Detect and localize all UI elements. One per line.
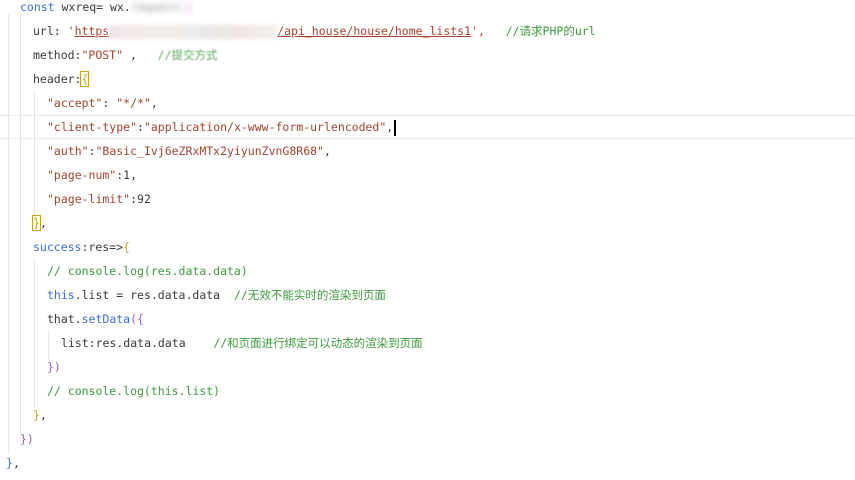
- text-cursor: [394, 119, 397, 136]
- arrow-function: :res=>: [81, 240, 124, 254]
- code-line-19[interactable]: }): [20, 427, 34, 451]
- code-line-20[interactable]: },: [6, 451, 20, 475]
- code-line-7[interactable]: "auth":"Basic_Ivj6eZRxMTx2yiyunZvnG8R68"…: [47, 139, 331, 163]
- setdata-function: setData: [81, 312, 131, 326]
- success-key: success: [33, 240, 82, 254]
- success-open-brace: {: [123, 240, 130, 254]
- client-type-key: "client-type": [47, 120, 138, 134]
- comment-invalid-render: //无效不能实时的渲染到页面: [233, 288, 386, 302]
- code-line-10[interactable]: },: [32, 211, 47, 235]
- code-line-16[interactable]: }): [47, 355, 61, 379]
- setdata-open-paren: ({: [130, 312, 144, 326]
- string-quote-end: ',: [471, 24, 485, 38]
- accept-value: "*/*": [116, 96, 151, 110]
- code-line-6[interactable]: "client-type":"application/x-www-form-ur…: [47, 115, 397, 139]
- page-num-key: "page-num": [47, 168, 117, 182]
- code-line-2[interactable]: url: 'https/api_house/house/home_lists1'…: [33, 19, 596, 43]
- page-limit-key: "page-limit": [47, 192, 131, 206]
- comma: ,: [150, 96, 158, 110]
- code-line-8[interactable]: "page-num":1,: [47, 163, 137, 187]
- page-limit-value: :92: [130, 192, 151, 206]
- string-quote: ': [67, 24, 75, 38]
- comma: ,: [39, 408, 47, 422]
- comma: ,: [39, 216, 47, 230]
- code-line-5[interactable]: "accept": "*/*",: [47, 91, 158, 115]
- comment-method: //提交方式: [157, 48, 218, 62]
- indent-guide: [8, 14, 9, 454]
- success-close-brace: }: [33, 408, 40, 422]
- code-line-13[interactable]: this.list = res.data.data //无效不能实时的渲染到页面: [47, 283, 386, 307]
- code-line-14[interactable]: that.setData({: [47, 307, 144, 331]
- indent-guide: [34, 258, 35, 408]
- colon: :: [137, 120, 144, 134]
- page-num-value: :1,: [116, 168, 138, 182]
- comma: ,: [323, 144, 331, 158]
- client-type-value: "application/x-www-form-urlencoded": [143, 120, 387, 134]
- variable-declaration: wxreq= wx.: [54, 0, 131, 14]
- comma: ,: [123, 48, 137, 62]
- open-paren: ({: [179, 0, 194, 14]
- code-editor[interactable]: const wxreq= wx.request({ url: 'https/ap…: [0, 0, 855, 480]
- indent-guide: [34, 90, 35, 220]
- list-binding: list:res.data.data: [61, 336, 186, 350]
- keyword-this: this: [47, 288, 75, 302]
- code-line-4[interactable]: header:{: [33, 67, 90, 91]
- header-close-brace: }: [32, 215, 41, 231]
- comma: ,: [386, 120, 394, 134]
- outer-close-brace: }: [6, 456, 13, 470]
- code-line-12[interactable]: // console.log(res.data.data): [47, 259, 248, 283]
- code-line-3[interactable]: method:"POST" , //提交方式: [33, 43, 218, 67]
- code-line-1[interactable]: const wxreq= wx.request({: [20, 0, 193, 19]
- header-open-brace: {: [80, 71, 90, 87]
- comment-console-log: // console.log(res.data.data): [47, 264, 248, 278]
- url-key: url:: [33, 24, 68, 38]
- that-object: that.: [47, 312, 82, 326]
- comment-console-log-list: // console.log(this.list): [47, 384, 221, 398]
- code-line-15[interactable]: list:res.data.data //和页面进行绑定可以动态的渲染到页面: [61, 331, 423, 355]
- comma: ,: [12, 456, 20, 470]
- redacted-text: request: [130, 0, 180, 14]
- code-line-9[interactable]: "page-limit":92: [47, 187, 151, 211]
- colon: :: [102, 96, 117, 110]
- code-line-18[interactable]: },: [33, 403, 47, 427]
- auth-key: "auth": [47, 144, 89, 158]
- indent-guide: [20, 14, 21, 434]
- method-value: "POST": [81, 48, 124, 62]
- accept-key: "accept": [47, 96, 103, 110]
- setdata-close-paren: }): [47, 360, 61, 374]
- url-link[interactable]: https: [75, 24, 110, 38]
- code-line-11[interactable]: success:res=>{: [33, 235, 130, 259]
- keyword-const: const: [20, 0, 55, 14]
- redacted-host: [109, 24, 278, 39]
- comment-dynamic-render: //和页面进行绑定可以动态的渲染到页面: [213, 336, 423, 350]
- header-key: header:: [33, 72, 82, 86]
- url-path[interactable]: /api_house/house/home_lists1: [277, 24, 471, 38]
- request-close-paren: }): [20, 432, 34, 446]
- method-key: method:: [33, 48, 82, 62]
- code-line-17[interactable]: // console.log(this.list): [47, 379, 220, 403]
- auth-value: "Basic_Ivj6eZRxMTx2yiyunZvnG8R68": [95, 144, 324, 158]
- comment-url: //请求PHP的url: [505, 24, 596, 38]
- list-assignment: .list = res.data.data: [74, 288, 221, 302]
